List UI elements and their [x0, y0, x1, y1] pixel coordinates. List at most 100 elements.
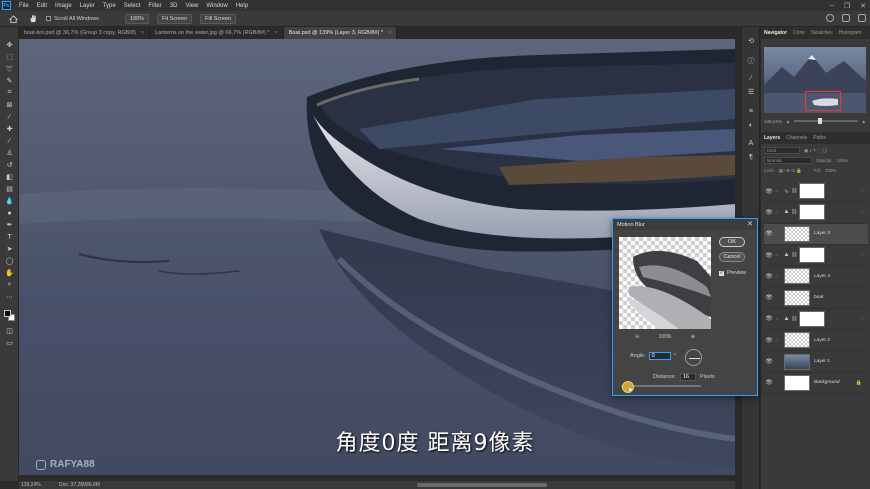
mask-link-icon[interactable]: ⛓ — [791, 252, 797, 258]
character-icon[interactable]: A — [747, 139, 755, 147]
screen-mode-icon[interactable]: ▭ — [5, 339, 14, 347]
hand-tool-side-icon[interactable]: ✋ — [5, 269, 14, 277]
visibility-eye-icon[interactable]: 👁 — [765, 294, 773, 301]
distance-input[interactable]: 16 — [679, 373, 696, 381]
move-tool-icon[interactable]: ✥ — [5, 41, 14, 49]
kind-filter[interactable]: Kind — [764, 147, 800, 154]
layer-thumbnail[interactable] — [784, 289, 810, 306]
tab-lanterns[interactable]: Lanterns on the water.jpg @ 66,7% (RGB/8… — [150, 27, 284, 39]
search-icon[interactable] — [826, 14, 834, 22]
zoom-tool-icon[interactable]: ⌕ — [5, 281, 14, 289]
close-window-icon[interactable]: ✕ — [860, 2, 866, 10]
properties-icon[interactable]: ≡ — [747, 107, 755, 115]
layer-row[interactable]: 👁 ↓ ∿ ⛓ ⋯ — [764, 181, 868, 203]
layer-row[interactable]: 👁 ↓ Layer 2 — [764, 330, 868, 352]
close-tab-icon[interactable]: × — [275, 30, 278, 36]
close-dialog-icon[interactable]: ✕ — [747, 220, 753, 228]
filter-preview[interactable] — [619, 237, 711, 329]
fill-value[interactable]: 100% — [825, 168, 837, 173]
layer-thumbnail[interactable] — [799, 247, 825, 264]
blur-tool-icon[interactable]: 💧 — [5, 197, 14, 205]
ok-button[interactable]: OK — [719, 237, 745, 247]
quick-mask-icon[interactable]: ◫ — [5, 327, 14, 335]
paragraph-icon[interactable]: ¶ — [747, 153, 755, 161]
adjustments-icon[interactable]: ☰ — [747, 88, 755, 96]
layer-thumbnail[interactable] — [784, 374, 810, 391]
home-icon[interactable] — [9, 14, 18, 23]
layer-thumbnail[interactable] — [799, 204, 825, 221]
menu-select[interactable]: Select — [120, 3, 145, 9]
tab-navigator[interactable]: Navigator — [761, 30, 790, 36]
zoom-in-small-icon[interactable]: ▲ — [862, 119, 866, 124]
layer-row[interactable]: 👁 ↓ Layer 4 — [764, 266, 868, 288]
layer-name[interactable]: Layer 4 — [814, 274, 830, 279]
navigator-zoom-slider[interactable] — [794, 118, 858, 124]
layer-thumbnail[interactable] — [799, 310, 825, 327]
tab-channels[interactable]: Channels — [783, 135, 810, 141]
curves-icon[interactable]: ∿ — [782, 188, 791, 195]
zoom-in-icon[interactable]: ⊕ — [691, 334, 695, 340]
visibility-eye-icon[interactable]: 👁 — [765, 273, 773, 280]
clone-stamp-tool-icon[interactable]: ♙ — [5, 149, 14, 157]
menu-help[interactable]: Help — [232, 3, 252, 9]
more-icon[interactable]: ⋯ — [861, 252, 866, 258]
marquee-tool-icon[interactable]: ⬚ — [5, 53, 14, 61]
pen-tool-icon[interactable]: ✒ — [5, 221, 14, 229]
levels-icon[interactable]: ▲ — [782, 209, 791, 215]
layer-thumbnail[interactable] — [784, 225, 810, 242]
menu-file[interactable]: File — [15, 3, 33, 9]
layer-name[interactable]: Background — [814, 380, 840, 385]
tab-histogram[interactable]: Histogram — [836, 30, 865, 36]
foreground-color-swatch[interactable] — [4, 310, 11, 317]
restore-icon[interactable]: ❐ — [844, 2, 850, 10]
tab-boat-tint[interactable]: boat-tint.psd @ 36,7% (Group 3 copy, RGB… — [19, 27, 151, 39]
dodge-tool-icon[interactable]: ● — [5, 209, 14, 217]
levels-icon[interactable]: ▲ — [782, 316, 791, 322]
layer-thumbnail[interactable] — [784, 268, 810, 285]
levels-icon[interactable]: ▲ — [782, 252, 791, 258]
healing-brush-tool-icon[interactable]: ✚ — [5, 125, 14, 133]
crop-tool-icon[interactable]: ⌗ — [5, 89, 14, 97]
blend-mode-select[interactable]: Normal — [764, 157, 812, 164]
status-zoom[interactable]: 139,24% — [21, 482, 41, 488]
fit-screen-button[interactable]: Fit Screen — [157, 13, 193, 24]
share-icon[interactable] — [858, 14, 866, 22]
angle-dial[interactable] — [685, 349, 702, 366]
gradient-tool-icon[interactable]: ▤ — [5, 185, 14, 193]
layer-row[interactable]: 👁 Layer 3 — [764, 223, 868, 245]
layer-name[interactable]: boat — [814, 295, 823, 300]
more-tools-icon[interactable]: ⋯ — [5, 293, 14, 301]
visibility-eye-icon[interactable]: 👁 — [765, 230, 773, 237]
visibility-eye-icon[interactable]: 👁 — [765, 315, 773, 322]
lasso-tool-icon[interactable]: ➰ — [5, 65, 14, 73]
scroll-all-windows-checkbox[interactable]: Scroll All Windows — [46, 16, 99, 22]
mask-link-icon[interactable]: ⛓ — [791, 209, 797, 215]
menu-filter[interactable]: Filter — [144, 3, 165, 9]
slider-knob[interactable] — [818, 118, 823, 124]
brushes-icon[interactable]: ⁄ — [747, 74, 755, 82]
menu-image[interactable]: Image — [51, 3, 76, 9]
mask-link-icon[interactable]: ⛓ — [791, 316, 797, 322]
dialog-title-bar[interactable]: Motion Blur ✕ — [613, 219, 757, 230]
tab-swatches[interactable]: Swatches — [808, 30, 836, 36]
visibility-eye-icon[interactable]: 👁 — [765, 358, 773, 365]
menu-3d[interactable]: 3D — [166, 3, 182, 9]
menu-layer[interactable]: Layer — [76, 3, 99, 9]
menu-view[interactable]: View — [181, 3, 202, 9]
horizontal-scrollbar[interactable] — [417, 483, 547, 487]
layer-row[interactable]: 👁 ↓ ▲ ⛓ ⋯ — [764, 245, 868, 267]
visibility-eye-icon[interactable]: 👁 — [765, 337, 773, 344]
navigator-zoom-value[interactable]: 139,24% — [764, 119, 782, 124]
more-icon[interactable]: ⋯ — [861, 209, 866, 215]
layer-row[interactable]: 👁 ↓ ▲ ⛓ ⋯ — [764, 309, 868, 331]
preview-checkbox[interactable]: ✓ Preview — [719, 270, 746, 276]
filter-icons[interactable]: ▣ ◐ T ⬚ ❏ — [804, 148, 827, 154]
styles-icon[interactable]: ◐ — [747, 121, 755, 129]
layer-name[interactable]: Layer 2 — [814, 338, 830, 343]
lock-icons[interactable]: ▦ ⁄ ✥ ⊡ 🔒 — [779, 168, 802, 174]
status-doc-size[interactable]: Doc: 37,2M/86,0M — [59, 482, 100, 488]
eyedropper-tool-icon[interactable]: ⁄ — [5, 113, 14, 121]
zoom-100-button[interactable]: 100% — [124, 13, 150, 24]
cancel-button[interactable]: Cancel — [719, 252, 745, 262]
menu-window[interactable]: Window — [202, 3, 231, 9]
